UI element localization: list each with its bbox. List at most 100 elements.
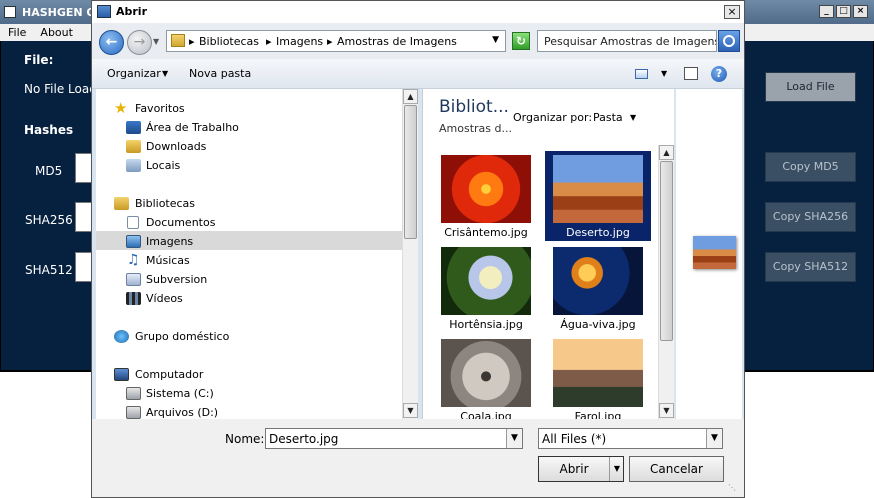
copy-sha512-button[interactable]: Copy SHA512 [765,252,856,282]
dialog-title: Abrir [116,5,148,18]
lighthouse-thumbnail [553,339,643,407]
images-icon [126,235,141,248]
file-tile-koala[interactable]: Coala.jpg [433,335,539,425]
file-name: Água-viva.jpg [560,318,636,331]
file-name: Hortênsia.jpg [449,318,523,331]
file-type-select[interactable]: All Files (*) [538,428,723,449]
recent-pages-dropdown-icon[interactable]: ▼ [153,37,159,46]
nav-favorites-label: Favoritos [135,102,185,115]
file-tile-chrysanthemum[interactable]: Crisântemo.jpg [433,151,539,241]
drive-icon [126,387,141,400]
nav-libraries-label: Bibliotecas [135,197,196,210]
open-button[interactable]: Abrir ▼ [538,456,624,482]
resize-grip-icon[interactable]: ⋱ [728,483,742,495]
preview-pane-icon[interactable] [684,67,698,80]
window-buttons: _ □ × [819,5,868,18]
dialog-toolbar: Organizar ▼ Nova pasta ▼ ? [92,59,744,89]
breadcrumb-sample-images[interactable]: Amostras de Imagens [337,35,457,48]
places-icon [126,159,141,172]
crumb-arrow-icon[interactable]: ▸ [189,35,195,48]
maximize-icon[interactable]: □ [836,5,851,18]
breadcrumb-images[interactable]: Imagens [276,35,323,48]
file-tile-jellyfish[interactable]: Água-viva.jpg [545,243,651,333]
sha512-label: SHA512 [25,263,73,277]
preview-pane [676,89,742,419]
scroll-down-icon[interactable]: ▼ [659,403,674,418]
file-tile-hydrangea[interactable]: Hortênsia.jpg [433,243,539,333]
close-icon[interactable]: × [724,5,740,19]
file-name-input[interactable]: Deserto.jpg [265,428,523,449]
documents-icon [127,216,139,229]
dialog-app-icon [97,5,111,18]
nav-downloads-label: Downloads [146,140,207,153]
library-title: Bibliot... [439,97,509,117]
search-icon[interactable] [718,30,740,52]
scroll-thumb[interactable] [404,105,417,239]
close-icon[interactable]: × [853,5,868,18]
organize-button[interactable]: Organizar [107,67,161,80]
computer-icon [114,368,129,381]
selected-nav-highlight [96,231,402,250]
nav-music-label: Músicas [146,254,190,267]
nav-drive-d-label: Arquivos (D:) [146,406,219,419]
jellyfish-thumbnail [553,247,643,315]
file-tile-lighthouse[interactable]: Farol.jpg [545,335,651,425]
address-dropdown-icon[interactable]: ▼ [492,35,499,45]
scroll-up-icon[interactable]: ▲ [403,89,418,104]
new-folder-button[interactable]: Nova pasta [189,67,251,80]
view-dropdown-icon[interactable]: ▼ [661,69,667,78]
scroll-up-icon[interactable]: ▲ [659,145,674,160]
load-file-button[interactable]: Load File [765,72,856,102]
open-options-dropdown-icon[interactable]: ▼ [609,457,624,481]
dialog-footer: Nome: Deserto.jpg ▼ All Files (*) ▼ Abri… [92,419,744,497]
nav-places-label: Locais [146,159,181,172]
crumb-arrow-icon[interactable]: ▸ [327,35,333,48]
forward-icon[interactable]: → [127,30,152,55]
downloads-folder-icon [126,140,141,153]
star-icon: ★ [114,99,128,117]
nav-scrollbar[interactable]: ▲ ▼ [402,89,418,419]
arrange-by-label: Organizar por: [513,111,593,124]
dialog-title-bar: Abrir × [92,1,744,23]
scroll-down-icon[interactable]: ▼ [403,403,418,418]
minimize-icon[interactable]: _ [819,5,834,18]
homegroup-icon [114,330,129,343]
arrange-by-select[interactable]: Pasta [593,111,623,124]
open-dialog: Abrir × ← → ▼ ▸ Bibliotecas ▸ Imagens ▸ … [91,0,745,498]
library-subtitle: Amostras d... [439,122,512,135]
libraries-icon [114,197,129,210]
back-icon[interactable]: ← [99,30,124,55]
drive-icon [126,406,141,419]
file-list-pane: Bibliot... Amostras d... Organizar por: … [422,89,674,423]
menu-file[interactable]: File [0,24,32,41]
refresh-icon[interactable]: ↻ [512,32,530,50]
chrysanthemum-thumbnail [441,155,531,223]
navigation-bar: ← → ▼ ▸ Bibliotecas ▸ Imagens ▸ Amostras… [92,23,744,59]
scroll-thumb[interactable] [660,161,673,341]
copy-md5-button[interactable]: Copy MD5 [765,152,856,182]
nav-homegroup-label: Grupo doméstico [135,330,230,343]
content-scrollbar[interactable]: ▲ ▼ [658,145,674,419]
music-icon: ♫ [127,252,140,268]
menu-about[interactable]: About [32,24,79,41]
app-icon [4,6,16,18]
file-name-dropdown-icon[interactable]: ▼ [506,429,522,448]
nav-desktop-label: Área de Trabalho [146,121,239,134]
organize-dropdown-icon[interactable]: ▼ [162,69,168,78]
file-type-dropdown-icon[interactable]: ▼ [706,429,722,448]
breadcrumb-libraries[interactable]: Bibliotecas [199,35,259,48]
crumb-arrow-icon[interactable]: ▸ [266,35,272,48]
hashgen-title: HASHGEN Q [22,6,96,19]
search-input[interactable]: Pesquisar Amostras de Imagens [537,30,717,52]
arrange-dropdown-icon[interactable]: ▼ [630,113,636,122]
address-bar[interactable]: ▸ Bibliotecas ▸ Imagens ▸ Amostras de Im… [166,30,506,52]
copy-sha256-button[interactable]: Copy SHA256 [765,202,856,232]
folder-icon [171,34,185,47]
help-icon[interactable]: ? [711,66,727,82]
view-options-icon[interactable] [635,69,648,79]
file-tile-desert[interactable]: Deserto.jpg [545,151,651,241]
cancel-button[interactable]: Cancelar [629,456,724,482]
nav-subversion-label: Subversion [146,273,208,286]
hashes-heading: Hashes [24,123,74,137]
file-name: Deserto.jpg [566,226,630,239]
